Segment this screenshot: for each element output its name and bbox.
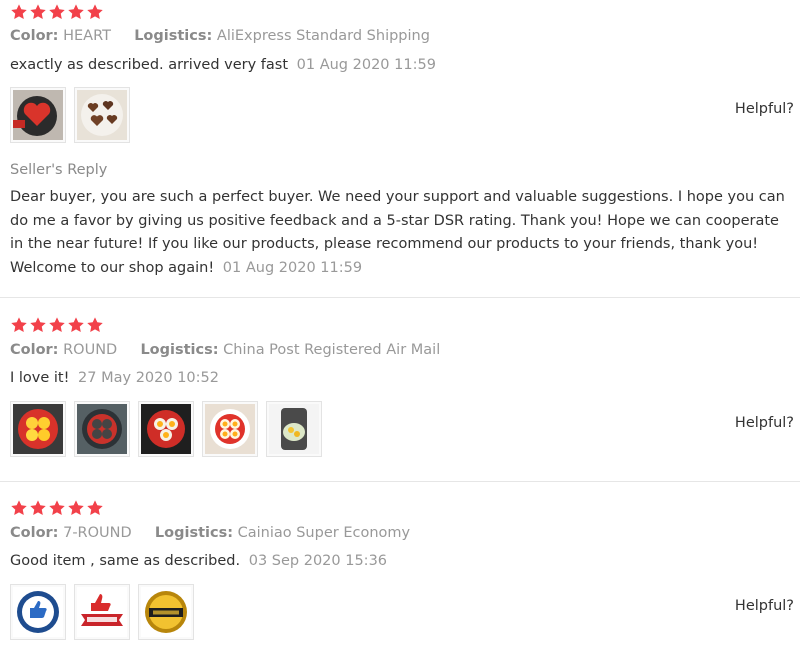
review-text: exactly as described. arrived very fast … (10, 57, 436, 73)
color-value: HEART (63, 28, 111, 44)
review-photos (10, 87, 130, 143)
review-photo[interactable] (138, 401, 194, 457)
review-meta: Color: ROUND Logistics: China Post Regis… (10, 342, 440, 358)
review-body: exactly as described. arrived very fast (10, 57, 289, 73)
color-value: 7-ROUND (63, 525, 132, 541)
review-photo[interactable] (74, 401, 130, 457)
review-photo[interactable] (74, 87, 130, 143)
review-photo[interactable] (10, 401, 66, 457)
color-label: Color: (10, 28, 59, 44)
seller-reply-text: Dear buyer, you are such a perfect buyer… (10, 186, 790, 280)
logistics-value: China Post Registered Air Mail (223, 342, 441, 358)
review-date: 03 Sep 2020 15:36 (248, 553, 388, 569)
helpful-button[interactable]: Helpful? (735, 415, 794, 431)
review-meta: Color: 7-ROUND Logistics: Cainiao Super … (10, 525, 410, 541)
plate-eggs-photo-icon (205, 404, 255, 454)
helpful-button[interactable]: Helpful? (735, 598, 794, 614)
best-seller-badge-photo-icon (141, 587, 191, 637)
star-icon (67, 3, 85, 21)
review-photo[interactable] (10, 584, 66, 640)
pan-eggs-photo-icon (13, 404, 63, 454)
color-label: Color: (10, 342, 59, 358)
star-icon (10, 3, 28, 21)
star-icon (29, 3, 47, 21)
star-icon (10, 499, 28, 517)
logistics-value: AliExpress Standard Shipping (216, 28, 430, 44)
review-photo[interactable] (74, 584, 130, 640)
review-photo[interactable] (138, 584, 194, 640)
review-body: I love it! (10, 370, 70, 386)
review-date: 27 May 2020 10:52 (78, 370, 219, 386)
seller-reply-date: 01 Aug 2020 11:59 (222, 259, 363, 276)
pan-mold-photo-icon (77, 404, 127, 454)
review-photos (10, 584, 194, 640)
star-icon (67, 316, 85, 334)
logistics-label: Logistics: (134, 28, 213, 44)
review-date: 01 Aug 2020 11:59 (296, 57, 436, 73)
review-2: Color: ROUND Logistics: China Post Regis… (0, 298, 800, 480)
rating-stars (10, 3, 104, 21)
review-text: I love it! 27 May 2020 10:52 (10, 370, 219, 386)
review-photo[interactable] (266, 401, 322, 457)
recommended-badge-photo-icon (13, 587, 63, 637)
review-photo[interactable] (202, 401, 258, 457)
heart-pancakes-photo-icon (77, 90, 127, 140)
review-text: Good item , same as described. 03 Sep 20… (10, 553, 387, 569)
seller-reply-title: Seller's Reply (10, 162, 108, 178)
pan-heart-photo-icon (13, 90, 63, 140)
review-body: Good item , same as described. (10, 553, 241, 569)
logistics-label: Logistics: (140, 342, 219, 358)
star-icon (86, 499, 104, 517)
star-icon (29, 316, 47, 334)
recommended-ribbon-photo-icon (77, 587, 127, 637)
color-label: Color: (10, 525, 59, 541)
star-icon (86, 316, 104, 334)
review-photos (10, 401, 322, 457)
rating-stars (10, 316, 104, 334)
logistics-value: Cainiao Super Economy (237, 525, 411, 541)
star-icon (67, 499, 85, 517)
helpful-button[interactable]: Helpful? (735, 101, 794, 117)
review-3: Color: 7-ROUND Logistics: Cainiao Super … (0, 482, 800, 647)
review-photo[interactable] (10, 87, 66, 143)
pan-eggs-closeup-photo-icon (141, 404, 191, 454)
review-meta: Color: HEART Logistics: AliExpress Stand… (10, 28, 430, 44)
star-icon (10, 316, 28, 334)
star-icon (48, 3, 66, 21)
star-icon (86, 3, 104, 21)
star-icon (29, 499, 47, 517)
color-value: ROUND (63, 342, 118, 358)
star-icon (48, 316, 66, 334)
seller-reply-body: Dear buyer, you are such a perfect buyer… (10, 189, 785, 276)
plate-eggs-side-photo-icon (269, 404, 319, 454)
rating-stars (10, 499, 104, 517)
review-1: Color: HEART Logistics: AliExpress Stand… (0, 0, 800, 297)
logistics-label: Logistics: (154, 525, 233, 541)
star-icon (48, 499, 66, 517)
